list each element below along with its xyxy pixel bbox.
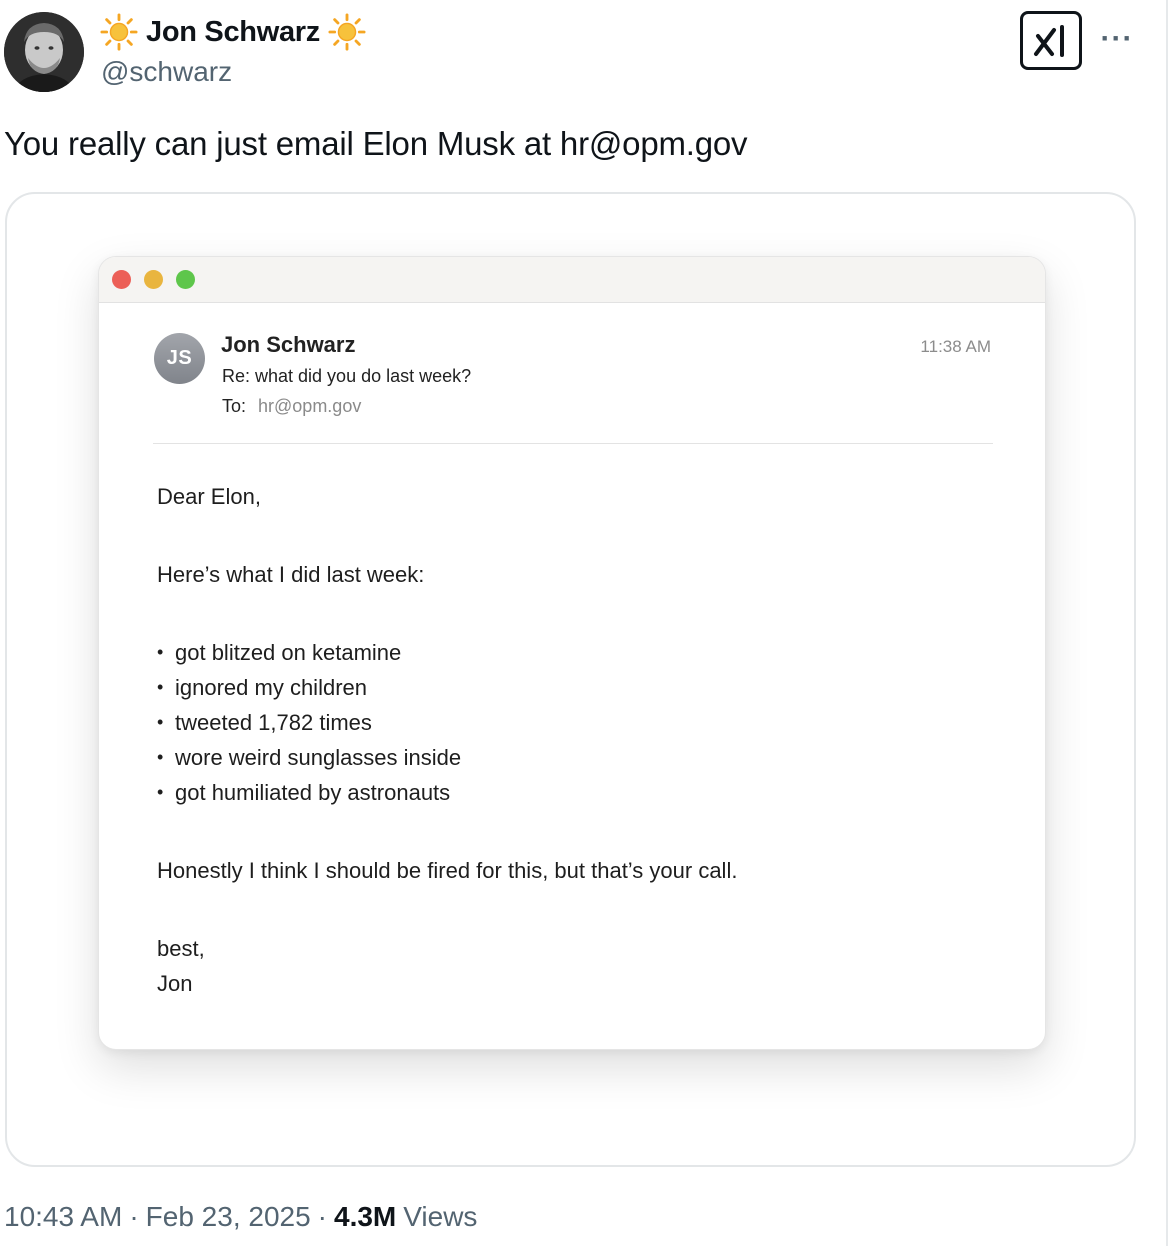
author-name-row[interactable]: Jon Schwarz [100, 13, 366, 51]
zoom-window-icon [176, 270, 195, 289]
author-display-name[interactable]: Jon Schwarz [146, 16, 320, 49]
email-intro: Here’s what I did last week: [157, 562, 425, 587]
tweet-date[interactable]: Feb 23, 2025 [146, 1201, 311, 1233]
sun-icon [328, 13, 366, 51]
email-greeting: Dear Elon, [157, 484, 261, 509]
email-header-divider [153, 443, 993, 444]
email-signature: Jon [157, 971, 193, 996]
tweet-text: You really can just email Elon Musk at h… [4, 125, 748, 162]
email-subject: Re: what did you do last week? [222, 366, 472, 386]
email-window: JS Jon Schwarz Re: what did you do last … [98, 256, 1046, 1050]
window-titlebar [99, 257, 1045, 303]
tweet-media-card[interactable]: JS Jon Schwarz Re: what did you do last … [5, 192, 1136, 1167]
email-to-row: To: hr@opm.gov [222, 396, 361, 417]
email-bullet-list: got blitzed on ketamine ignored my child… [157, 635, 737, 810]
list-item: wore weird sunglasses inside [157, 740, 737, 775]
sender-avatar: JS [154, 333, 205, 384]
more-options-button[interactable]: ··· [1099, 22, 1135, 55]
sun-icon [100, 13, 138, 51]
meta-separator: · [317, 1201, 327, 1232]
sender-name: Jon Schwarz [221, 332, 356, 357]
grok-icon [1034, 24, 1064, 57]
email-time: 11:38 AM [920, 337, 991, 356]
meta-separator: · [129, 1201, 139, 1232]
list-item: tweeted 1,782 times [157, 705, 737, 740]
avatar-photo-icon [4, 12, 84, 92]
tweet-metadata: 10:43 AM · Feb 23, 2025 · 4.3M Views [4, 1201, 477, 1233]
tweet-time[interactable]: 10:43 AM [4, 1201, 122, 1233]
author-avatar[interactable] [4, 12, 84, 92]
email-body: Dear Elon, Here’s what I did last week: … [157, 479, 737, 1001]
grok-button[interactable] [1020, 11, 1082, 70]
minimize-window-icon [144, 270, 163, 289]
email-signoff: best, [157, 936, 205, 961]
list-item: ignored my children [157, 670, 737, 705]
to-address: hr@opm.gov [258, 396, 362, 416]
author-handle[interactable]: @schwarz [101, 56, 232, 88]
email-closing-line: Honestly I think I should be fired for t… [157, 858, 738, 883]
to-label: To: [222, 396, 247, 416]
list-item: got humiliated by astronauts [157, 775, 737, 810]
views-count[interactable]: 4.3M [334, 1201, 396, 1233]
views-label[interactable]: Views [403, 1201, 477, 1233]
close-window-icon [112, 270, 131, 289]
list-item: got blitzed on ketamine [157, 635, 737, 670]
timeline-border [1166, 0, 1168, 1246]
